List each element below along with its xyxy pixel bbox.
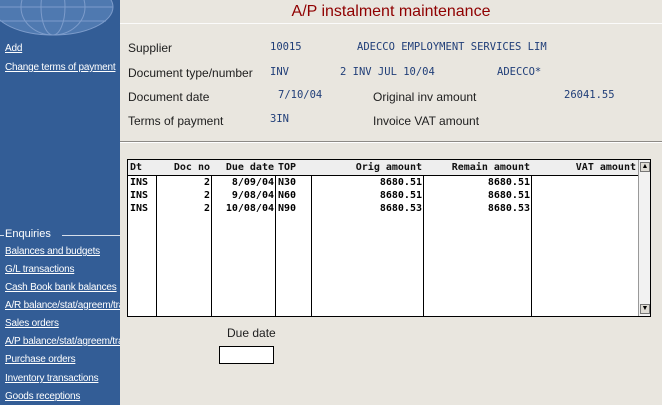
table-cell[interactable]: INS [128,177,157,189]
sales-orders-link[interactable]: Sales orders [5,318,59,329]
column-header-remain-amount[interactable]: Remain amount [424,160,532,176]
title-bar: A/P instalment maintenance [120,0,662,24]
table-cell[interactable] [532,203,638,215]
table-cell[interactable]: N90 [276,203,312,215]
table-cell[interactable]: 9/08/04 [212,190,276,202]
scroll-down-icon[interactable]: ▼ [640,304,650,314]
table-cell[interactable] [532,190,638,202]
terms-label: Terms of payment [128,114,224,128]
table-cell[interactable]: 8680.51 [424,190,532,202]
original-amount-label: Original inv amount [373,90,477,104]
document-number: 2 INV JUL 10/04 [340,66,435,78]
table-cell[interactable]: 2 [157,177,212,189]
column-header-due-date[interactable]: Due date [212,160,276,176]
document-date: 7/10/04 [278,89,323,101]
table-cell[interactable]: 2 [157,190,212,202]
instalment-grid[interactable]: Dt Doc no Due date TOP Orig amount Remai… [127,159,651,317]
enquiries-header: Enquiries [0,228,120,242]
document-reference: ADECCO* [497,66,542,78]
grid-scrollbar[interactable]: ▲ ▼ [638,160,650,316]
table-cell[interactable] [532,177,638,189]
purchase-orders-link[interactable]: Purchase orders [5,354,76,365]
table-cell[interactable]: 10/08/04 [212,203,276,215]
table-cell[interactable]: N30 [276,177,312,189]
divider [120,141,662,143]
due-date-input[interactable] [219,346,274,364]
column-header-doc-no[interactable]: Doc no [157,160,212,176]
supplier-name: ADECCO EMPLOYMENT SERVICES LIM [357,41,547,53]
column-header-dt[interactable]: Dt [128,160,157,176]
column-header-orig-amount[interactable]: Orig amount [312,160,424,176]
table-cell[interactable]: 8680.51 [312,190,424,202]
original-amount: 26041.55 [564,89,615,101]
table-cell[interactable]: N60 [276,190,312,202]
change-terms-link[interactable]: Change terms of payment [5,62,116,73]
balances-budgets-link[interactable]: Balances and budgets [5,246,100,257]
table-cell[interactable]: 8680.53 [424,203,532,215]
goods-receptions-link[interactable]: Goods receptions [5,391,80,402]
supplier-code: 10015 [270,41,302,53]
gl-transactions-link[interactable]: G/L transactions [5,264,74,275]
table-cell[interactable]: 2 [157,203,212,215]
sidebar: Add Change terms of payment Enquiries Ba… [0,0,120,405]
terms-value: 3IN [270,113,289,125]
add-link[interactable]: Add [5,43,22,54]
cash-book-link[interactable]: Cash Book bank balances [5,282,117,293]
inventory-transactions-link[interactable]: Inventory transactions [5,373,99,384]
table-cell[interactable]: INS [128,203,157,215]
document-type-label: Document type/number [128,66,253,80]
due-date-label: Due date [227,326,276,340]
ar-balance-link[interactable]: A/R balance/stat/agreem/tran [5,300,120,311]
divider [62,235,120,236]
document-date-label: Document date [128,90,210,104]
table-cell[interactable]: 8680.53 [312,203,424,215]
document-type: INV [270,66,289,78]
enquiries-label: Enquiries [4,228,52,240]
column-header-top[interactable]: TOP [276,160,312,176]
vat-amount-label: Invoice VAT amount [373,114,480,128]
ap-balance-link[interactable]: A/P balance/stat/agreem/tran [5,336,120,347]
globe-logo [0,0,114,36]
page-title: A/P instalment maintenance [291,3,491,20]
table-cell[interactable]: 8680.51 [312,177,424,189]
column-header-vat-amount[interactable]: VAT amount [532,160,638,176]
table-cell[interactable]: INS [128,190,157,202]
table-cell[interactable]: 8/09/04 [212,177,276,189]
table-cell[interactable]: 8680.51 [424,177,532,189]
scroll-up-icon[interactable]: ▲ [640,162,650,172]
supplier-label: Supplier [128,41,173,55]
